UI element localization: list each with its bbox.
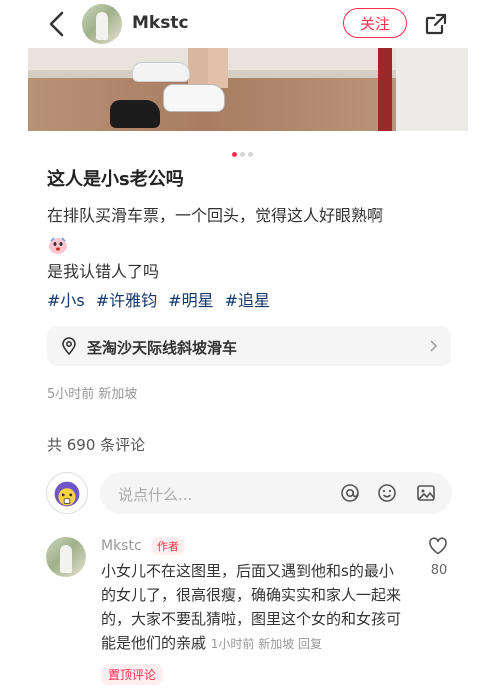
follow-button[interactable]: 关注	[343, 8, 407, 38]
post-content: 在排队买滑车票，一个回头，觉得这人好眼熟啊 是我认错人了吗	[47, 202, 467, 286]
commenter-name[interactable]: Mkstc	[101, 538, 142, 554]
post-title: 这人是小s老公吗	[47, 169, 184, 190]
comment-count: 共 690 条评论	[47, 436, 146, 454]
location-card[interactable]: 圣淘沙天际线斜坡滑车	[47, 326, 451, 366]
carousel-dot-active	[232, 152, 237, 157]
post-meta: 5小时前 新加坡	[47, 387, 138, 402]
carousel-dot	[248, 152, 253, 157]
surprised-emoji-icon	[49, 236, 67, 254]
carousel-indicator	[232, 142, 256, 157]
image-icon[interactable]	[416, 483, 436, 503]
chevron-right-icon	[430, 340, 438, 352]
comment-input-placeholder: 说点什么...	[118, 486, 193, 504]
post-image[interactable]	[28, 48, 468, 131]
heart-icon[interactable]	[428, 537, 448, 555]
post-header: Mkstc 关注	[0, 0, 500, 48]
share-icon[interactable]	[424, 12, 448, 36]
comment-input[interactable]: 说点什么...	[100, 472, 452, 514]
at-icon[interactable]	[340, 483, 360, 503]
my-avatar	[46, 472, 88, 514]
post-line-2: 是我认错人了吗	[47, 262, 160, 281]
comment-body: 小女儿不在这图里，后面又遇到他和s的最小的女儿了，很高很瘦，确确实实和家人一起来…	[101, 559, 407, 656]
hashtag[interactable]: #追星	[225, 291, 270, 310]
location-pin-icon	[62, 337, 76, 355]
location-name: 圣淘沙天际线斜坡滑车	[87, 339, 238, 357]
author-username[interactable]: Mkstc	[132, 13, 189, 33]
hashtag-list: #小s #许雅钧 #明星 #追星	[47, 287, 281, 311]
emoji-icon[interactable]	[377, 483, 397, 503]
back-arrow-icon[interactable]	[46, 10, 70, 38]
hashtag[interactable]: #小s	[47, 291, 85, 310]
carousel-dot	[240, 152, 245, 157]
author-avatar[interactable]	[82, 4, 122, 44]
comment-meta[interactable]: 1小时前 新加坡 回复	[211, 637, 322, 651]
post-line-1: 在排队买滑车票，一个回头，觉得这人好眼熟啊	[47, 206, 384, 225]
author-badge: 作者	[151, 537, 185, 555]
user-avatar-icon	[54, 481, 80, 507]
pinned-comment-badge: 置顶评论	[101, 664, 164, 685]
like-count: 80	[430, 563, 448, 578]
commenter-avatar[interactable]	[46, 537, 86, 577]
emoji-line	[47, 230, 467, 258]
hashtag[interactable]: #许雅钧	[96, 291, 157, 310]
hashtag[interactable]: #明星	[168, 291, 213, 310]
